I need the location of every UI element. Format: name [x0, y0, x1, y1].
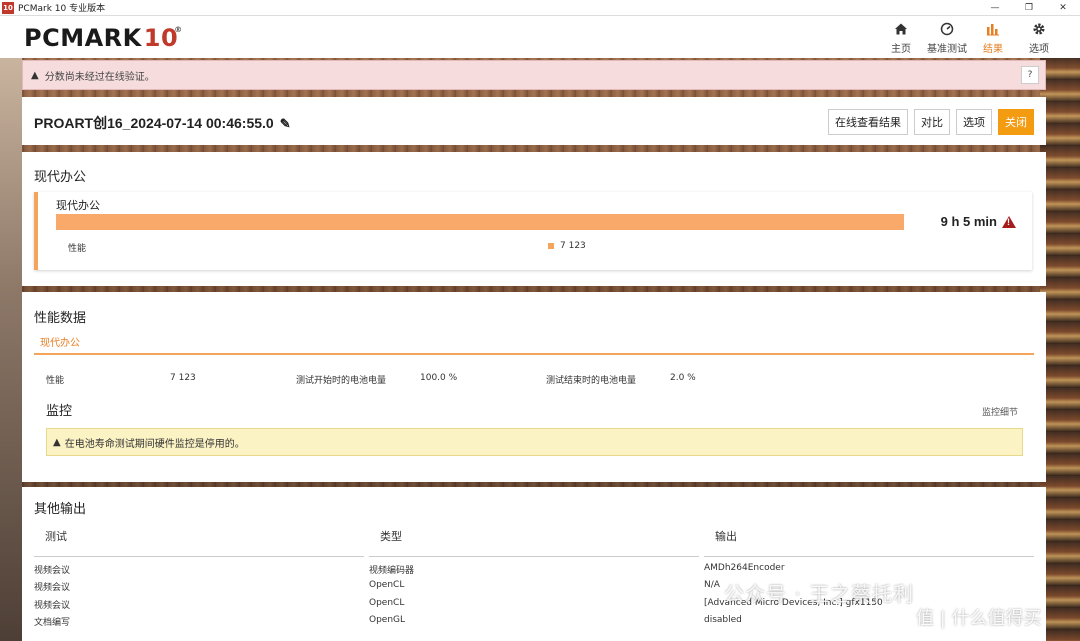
app-header: PCMARK 10 ® 主页 基准测试 结果 选项: [0, 16, 1080, 58]
nav-options[interactable]: 选项: [1016, 20, 1062, 55]
maximize-button[interactable]: ❐: [1012, 0, 1046, 16]
column-divider: [704, 556, 1034, 557]
result-actions: 在线查看结果 对比 选项 关闭: [828, 109, 1034, 135]
gauge-icon: [940, 20, 954, 38]
legend-swatch: [548, 243, 554, 249]
window-controls: — ❐ ✕: [978, 0, 1080, 16]
watermark-wechat: 公众号 · 王之蔡托利: [724, 582, 915, 606]
close-button[interactable]: 关闭: [998, 109, 1034, 135]
close-window-button[interactable]: ✕: [1046, 0, 1080, 16]
performance-data-title: 性能数据: [34, 311, 87, 326]
background-right-strip: [1040, 58, 1080, 641]
column-header-output: 输出: [715, 530, 737, 543]
performance-data-panel: 性能数据 现代办公 性能 7 123 测试开始时的电池电量 100.0 % 测试…: [22, 292, 1046, 482]
monitoring-warning: ▲ 在电池寿命测试期间硬件监控是停用的。: [46, 428, 1023, 456]
monitoring-warning-text: 在电池寿命测试期间硬件监控是停用的。: [64, 438, 245, 450]
modern-office-title: 现代办公: [34, 170, 87, 185]
gear-icon: [1032, 20, 1046, 38]
nav-options-label: 选项: [1029, 44, 1049, 55]
table-cell: AMDh264Encoder: [704, 563, 785, 573]
window-titlebar: 10 PCMark 10 专业版本 — ❐ ✕: [0, 0, 1080, 16]
table-cell: 视频会议: [34, 583, 71, 593]
nav-benchmarks-label: 基准测试: [927, 44, 967, 55]
battery-end-label: 测试结束时的电池电量: [546, 376, 637, 386]
options-button[interactable]: 选项: [956, 109, 992, 135]
nav-results[interactable]: 结果: [970, 20, 1016, 55]
window-title: PCMark 10 专业版本: [18, 4, 106, 14]
battery-life-bar: [56, 214, 904, 230]
other-output-panel: 其他输出 测试 类型 输出 视频会议 视频编码器 AMDh264Encoder …: [22, 487, 1046, 641]
view-online-button[interactable]: 在线查看结果: [828, 109, 908, 135]
result-name: PROART创16_2024-07-14 00:46:55.0: [34, 115, 274, 131]
battery-life-value: 9 h 5 min: [941, 214, 1016, 229]
column-header-test: 测试: [45, 530, 67, 543]
nav-results-label: 结果: [983, 44, 1003, 55]
modern-office-panel: 现代办公 现代办公 9 h 5 min 性能 7 123: [22, 152, 1046, 286]
background-left-strip: [0, 58, 22, 641]
column-header-type: 类型: [380, 530, 402, 543]
table-cell: N/A: [704, 580, 720, 590]
battery-start-label: 测试开始时的电池电量: [296, 376, 387, 386]
validation-banner: ▲ 分数尚未经过在线验证。 ?: [22, 60, 1046, 90]
nav-benchmarks[interactable]: 基准测试: [924, 20, 970, 55]
perf-label: 性能: [46, 376, 65, 386]
column-divider: [34, 556, 364, 557]
edit-pencil-icon[interactable]: ✎: [280, 116, 291, 131]
tab-modern-office[interactable]: 现代办公: [40, 334, 80, 349]
validation-text: 分数尚未经过在线验证。: [44, 71, 155, 83]
column-divider: [369, 556, 699, 557]
table-cell: 视频会议: [34, 601, 71, 611]
result-title: PROART创16_2024-07-14 00:46:55.0 ✎: [34, 113, 291, 133]
logo-text: PCMARK: [24, 24, 142, 52]
warning-icon: ▲: [31, 69, 39, 81]
nav-home[interactable]: 主页: [878, 20, 924, 55]
main-nav: 主页 基准测试 结果 选项: [878, 20, 1062, 55]
minimize-button[interactable]: —: [978, 0, 1012, 16]
battery-end-value: 2.0 %: [670, 373, 696, 383]
help-button[interactable]: ?: [1021, 66, 1039, 84]
table-cell: 视频编码器: [369, 566, 415, 576]
other-output-title: 其他输出: [34, 502, 87, 517]
warning-red-icon: [1002, 215, 1016, 228]
table-cell: 文档编写: [34, 618, 71, 628]
performance-label: 性能: [68, 244, 87, 254]
result-title-panel: PROART创16_2024-07-14 00:46:55.0 ✎ 在线查看结果 …: [22, 97, 1046, 145]
warning-icon: ▲: [53, 436, 61, 448]
watermark-smzdm: 值 | 什么值得买: [916, 608, 1042, 629]
tab-underline: [34, 353, 1034, 355]
table-cell: disabled: [704, 615, 742, 625]
nav-home-label: 主页: [891, 44, 911, 55]
table-cell: OpenCL: [369, 580, 405, 590]
table-cell: 视频会议: [34, 566, 71, 576]
performance-score: 7 123: [560, 241, 586, 251]
logo-number: 10: [143, 24, 179, 52]
compare-button[interactable]: 对比: [914, 109, 950, 135]
monitoring-details-link[interactable]: 监控细节: [982, 405, 1018, 418]
pcmark-logo: PCMARK 10 ®: [24, 24, 187, 52]
table-cell: OpenCL: [369, 598, 405, 608]
battery-start-value: 100.0 %: [420, 373, 458, 383]
table-cell: OpenGL: [369, 615, 406, 625]
modern-office-card: 现代办公 9 h 5 min 性能 7 123: [34, 192, 1032, 270]
home-icon: [894, 20, 908, 38]
app-logo-icon: 10: [2, 1, 14, 14]
logo-registered: ®: [174, 25, 183, 34]
monitoring-title: 监控: [46, 404, 73, 419]
bar-chart-icon: [986, 20, 1000, 38]
perf-value: 7 123: [170, 373, 196, 383]
card-title: 现代办公: [56, 199, 100, 212]
battery-life-text: 9 h 5 min: [940, 214, 997, 229]
